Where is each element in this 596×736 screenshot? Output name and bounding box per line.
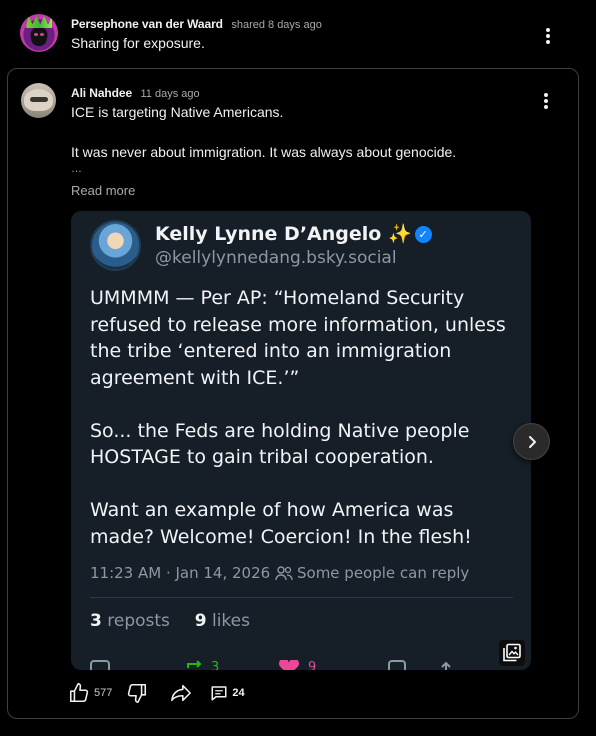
like-action-count: 9 [308, 660, 317, 670]
embed-handle: @kellylynnedang.bsky.social [155, 248, 397, 268]
next-image-button[interactable] [513, 423, 550, 460]
author-avatar[interactable] [21, 83, 56, 118]
embed-avatar [90, 220, 141, 271]
chevron-right-icon [528, 435, 536, 448]
post-action-bar: 577 24 [68, 682, 245, 704]
likes-count: 9 [194, 611, 207, 631]
embed-author-name-text: Kelly Lynne D’Angelo ✨ [155, 223, 412, 245]
post-text-line-2: It was never about immigration. It was a… [71, 144, 457, 160]
people-icon [275, 566, 293, 581]
comment-icon [211, 686, 227, 701]
heart-icon [278, 660, 300, 670]
sharer-name[interactable]: Persephone van der Waard [71, 17, 223, 31]
embed-actions-row: 3 9 [90, 660, 490, 670]
verified-icon: ✓ [414, 226, 432, 243]
embed-timestamp: 11:23 AM · Jan 14, 2026 [90, 564, 271, 582]
embed-paragraph: Want an example of how America was made?… [90, 499, 472, 548]
comment-button[interactable]: 24 [210, 684, 245, 702]
share-timestamp[interactable]: shared 8 days ago [231, 19, 322, 31]
reposts-label: reposts [107, 611, 170, 631]
embed-divider [90, 597, 513, 598]
share-button[interactable] [170, 682, 192, 704]
embed-reply-text: Some people can reply [297, 564, 470, 582]
embed-paragraph: UMMMM — Per AP: “Homeland Security refus… [90, 287, 506, 389]
author-name[interactable]: Ali Nahdee [71, 86, 132, 100]
reposts-count: 3 [90, 611, 102, 631]
dislike-button[interactable] [126, 682, 148, 704]
reply-icon [90, 660, 110, 670]
share-upload-icon [441, 661, 451, 670]
gallery-icon [503, 643, 521, 662]
like-count: 577 [94, 687, 113, 699]
more-vert-icon [544, 93, 548, 97]
embed-reply-setting: Some people can reply [275, 564, 469, 582]
more-vert-icon [546, 28, 550, 32]
post-more-button[interactable] [538, 91, 554, 111]
share-icon [171, 684, 192, 702]
likes-label: likes [211, 611, 250, 631]
embedded-post-image[interactable]: Kelly Lynne D’Angelo ✨ ✓ @kellylynnedang.… [71, 211, 531, 670]
thumbs-down-icon [128, 683, 147, 703]
gallery-button[interactable] [499, 640, 525, 666]
embed-post-text: UMMMM — Per AP: “Homeland Security refus… [90, 285, 515, 550]
post-ellipsis: … [71, 163, 82, 175]
share-text: Sharing for exposure. [71, 35, 205, 51]
post-timestamp[interactable]: 11 days ago [140, 88, 199, 100]
thumbs-up-icon [69, 683, 89, 703]
read-more-link[interactable]: Read more [71, 183, 135, 198]
bookmark-icon [388, 660, 406, 670]
embed-author-name: Kelly Lynne D’Angelo ✨ ✓ [155, 222, 432, 245]
share-header: Persephone van der Waard shared 8 days a… [71, 15, 322, 33]
post-header: Ali Nahdee 11 days ago [71, 84, 200, 102]
post-text-line-1: ICE is targeting Native Americans. [71, 104, 284, 120]
embed-paragraph: So... the Feds are holding Native people… [90, 419, 470, 469]
sharer-avatar[interactable] [20, 14, 58, 52]
like-button[interactable]: 577 [68, 682, 112, 704]
repost-action-count: 3 [211, 660, 220, 670]
repost-icon [187, 660, 202, 668]
comment-count: 24 [232, 687, 245, 699]
embed-stats: 3 reposts 9 likes [90, 611, 250, 631]
share-more-button[interactable] [540, 26, 556, 46]
